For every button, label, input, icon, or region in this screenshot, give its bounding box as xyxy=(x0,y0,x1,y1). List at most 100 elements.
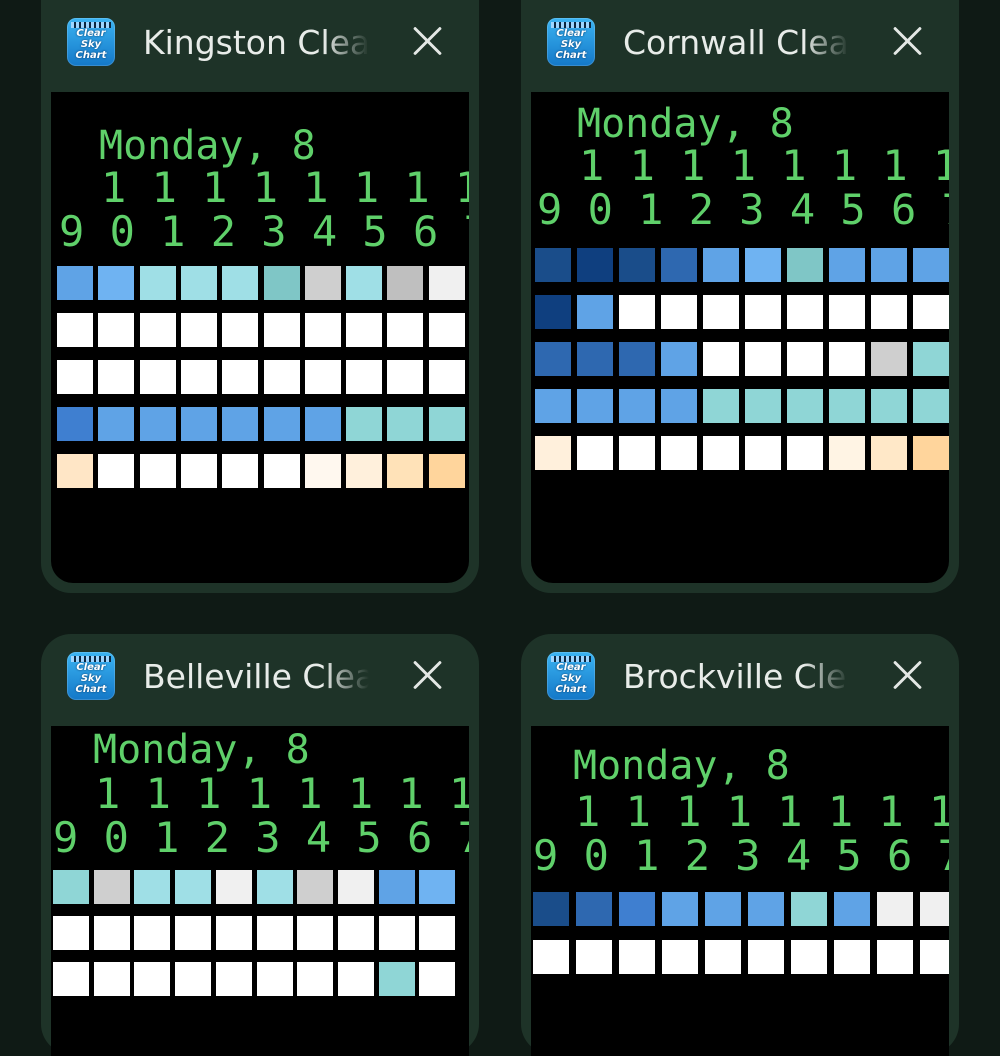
forecast-cell xyxy=(93,870,130,904)
forecast-cell xyxy=(98,266,135,300)
forecast-cell xyxy=(787,342,823,376)
forecast-cell xyxy=(577,295,613,329)
clear-sky-chart-icon[interactable]: Clear Sky Chart xyxy=(547,18,595,66)
forecast-cell xyxy=(619,436,655,470)
forecast-cell xyxy=(222,454,259,488)
forecast-cell xyxy=(703,389,739,423)
forecast-cell xyxy=(134,916,171,950)
forecast-cell xyxy=(871,295,907,329)
forecast-cell xyxy=(745,295,781,329)
forecast-cell xyxy=(346,407,383,441)
task-card-cornwall[interactable]: ClearSkyChart Cornwall Clear Sky Chart M… xyxy=(521,0,959,593)
forecast-cell xyxy=(661,295,697,329)
hours-tens: 1 1 1 1 1 1 1 1 1 1 xyxy=(95,769,469,818)
close-icon[interactable] xyxy=(411,658,445,692)
forecast-cell xyxy=(745,248,781,282)
forecast-cell xyxy=(428,407,465,441)
forecast-cell xyxy=(93,916,130,950)
close-icon[interactable] xyxy=(891,658,925,692)
forecast-cell xyxy=(346,266,383,300)
forecast-cell xyxy=(256,870,293,904)
forecast-cell xyxy=(256,916,293,950)
forecast-cell xyxy=(913,248,949,282)
forecast-cell xyxy=(263,454,300,488)
forecast-cell xyxy=(297,870,334,904)
forecast-cell xyxy=(139,313,176,347)
forecast-cell xyxy=(57,454,93,488)
forecast-cell xyxy=(304,454,341,488)
forecast-cell xyxy=(576,892,612,926)
card-title: Brockville Clear Sky Chart xyxy=(623,657,849,696)
forecast-cell xyxy=(745,436,781,470)
forecast-cell xyxy=(703,248,739,282)
task-card-belleville[interactable]: ClearSkyChart Belleville Clear Sky Chart… xyxy=(41,634,479,1056)
forecast-cell xyxy=(705,940,741,974)
forecast-cell xyxy=(787,248,823,282)
chart-preview[interactable]: Monday, 8 1 1 1 1 1 1 1 1 1 9 0 1 2 3 4 … xyxy=(531,726,949,1056)
forecast-cell xyxy=(139,454,176,488)
forecast-cell xyxy=(297,916,334,950)
card-title: Belleville Clear Sky Chart xyxy=(143,657,369,696)
forecast-cell xyxy=(139,266,176,300)
close-icon[interactable] xyxy=(891,24,925,58)
hours-tens: 1 1 1 1 1 1 1 1 1 xyxy=(101,163,469,212)
forecast-cell xyxy=(533,892,569,926)
forecast-cell xyxy=(180,313,217,347)
icon-text: Clear Sky Chart xyxy=(555,662,587,695)
forecast-cell xyxy=(871,342,907,376)
forecast-cell xyxy=(913,295,949,329)
task-card-kingston[interactable]: ClearSkyChart Kingston Clear Sky Chart M… xyxy=(41,0,479,593)
forecast-cell xyxy=(304,313,341,347)
forecast-cell xyxy=(419,962,456,996)
forecast-cell xyxy=(913,342,949,376)
forecast-cell xyxy=(662,940,698,974)
forecast-cell xyxy=(619,342,655,376)
task-card-brockville[interactable]: ClearSkyChart Brockville Clear Sky Chart… xyxy=(521,634,959,1056)
forecast-cell xyxy=(53,916,89,950)
forecast-cell xyxy=(745,342,781,376)
forecast-cell xyxy=(304,360,341,394)
forecast-cell xyxy=(256,962,293,996)
day-label: Monday, 8 xyxy=(93,727,310,773)
forecast-cell xyxy=(913,389,949,423)
forecast-cell xyxy=(428,454,465,488)
clear-sky-chart-icon[interactable]: Clear Sky Chart xyxy=(67,652,115,700)
forecast-cell xyxy=(535,342,571,376)
forecast-cell xyxy=(419,870,456,904)
forecast-cell xyxy=(263,360,300,394)
forecast-cell xyxy=(180,454,217,488)
chart-preview[interactable]: Monday, 8 1 1 1 1 1 1 1 1 1 9 0 1 2 3 4 … xyxy=(51,92,469,583)
forecast-cell xyxy=(222,407,259,441)
chart-preview[interactable]: Monday, 8 1 1 1 1 1 1 1 1 1 9 0 1 2 3 4 … xyxy=(531,92,949,583)
forecast-cell xyxy=(57,360,93,394)
forecast-cell xyxy=(93,962,130,996)
forecast-cell xyxy=(703,436,739,470)
forecast-cell xyxy=(304,266,341,300)
card-title: Cornwall Clear Sky Chart xyxy=(623,23,849,62)
forecast-cell xyxy=(139,360,176,394)
forecast-cell xyxy=(387,266,424,300)
forecast-cell xyxy=(787,295,823,329)
forecast-cell xyxy=(619,248,655,282)
chart-preview[interactable]: Monday, 8 1 1 1 1 1 1 1 1 1 1 9 0 1 2 3 … xyxy=(51,726,469,1056)
hours-ones: 9 0 1 2 3 4 5 6 7 8 xyxy=(533,831,949,880)
card-header: ClearSkyChart Kingston Clear Sky Chart xyxy=(41,0,479,84)
forecast-cell xyxy=(387,360,424,394)
forecast-cell xyxy=(705,892,741,926)
clear-sky-chart-icon[interactable]: Clear Sky Chart xyxy=(547,652,595,700)
forecast-cell xyxy=(215,962,252,996)
forecast-cell xyxy=(829,342,865,376)
forecast-cell xyxy=(829,436,865,470)
icon-text: Clear Sky Chart xyxy=(555,28,587,61)
forecast-cell xyxy=(222,360,259,394)
close-icon[interactable] xyxy=(411,24,445,58)
forecast-cell xyxy=(619,940,655,974)
forecast-cell xyxy=(619,389,655,423)
forecast-cell xyxy=(787,436,823,470)
forecast-cell xyxy=(378,870,415,904)
forecast-cell xyxy=(661,436,697,470)
forecast-cell xyxy=(134,962,171,996)
clear-sky-chart-icon[interactable]: Clear Sky Chart xyxy=(67,18,115,66)
forecast-cell xyxy=(829,389,865,423)
forecast-cell xyxy=(577,342,613,376)
